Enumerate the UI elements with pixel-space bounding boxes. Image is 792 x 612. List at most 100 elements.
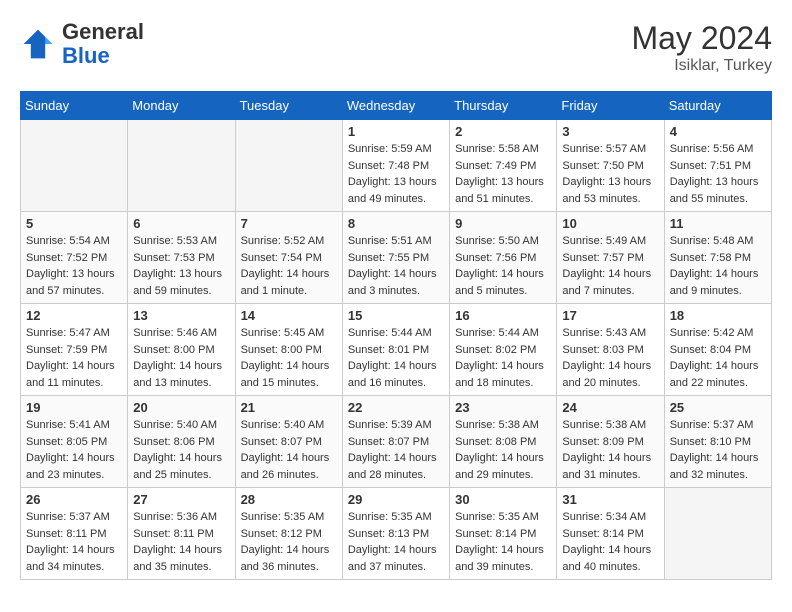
calendar-day-cell: 10Sunrise: 5:49 AMSunset: 7:57 PMDayligh… xyxy=(557,212,664,304)
day-number: 22 xyxy=(348,400,444,415)
day-number: 23 xyxy=(455,400,551,415)
day-number: 25 xyxy=(670,400,766,415)
day-header: Tuesday xyxy=(235,92,342,120)
day-info: Sunrise: 5:44 AMSunset: 8:02 PMDaylight:… xyxy=(455,325,551,391)
day-info: Sunrise: 5:52 AMSunset: 7:54 PMDaylight:… xyxy=(241,233,337,299)
calendar-day-cell: 9 Sunrise: 5:50 AMSunset: 7:56 PMDaylight… xyxy=(450,212,557,304)
calendar-day-cell: 1 Sunrise: 5:59 AMSunset: 7:48 PMDaylight… xyxy=(342,120,449,212)
day-info: Sunrise: 5:35 AMSunset: 8:12 PMDaylight:… xyxy=(241,509,337,575)
day-number: 11 xyxy=(670,216,766,231)
day-header: Monday xyxy=(128,92,235,120)
calendar-day-cell: 23 Sunrise: 5:38 AMSunset: 8:08 PMDayligh… xyxy=(450,396,557,488)
day-info: Sunrise: 5:45 AMSunset: 8:00 PMDaylight:… xyxy=(241,325,337,391)
day-number: 20 xyxy=(133,400,229,415)
calendar-day-cell: 27Sunrise: 5:36 AMSunset: 8:11 PMDayligh… xyxy=(128,488,235,580)
calendar-week-row: 12Sunrise: 5:47 AMSunset: 7:59 PMDayligh… xyxy=(21,304,772,396)
calendar-day-cell xyxy=(21,120,128,212)
day-info: Sunrise: 5:50 AMSunset: 7:56 PMDaylight:… xyxy=(455,233,551,299)
day-number: 16 xyxy=(455,308,551,323)
day-number: 13 xyxy=(133,308,229,323)
calendar-day-cell: 14 Sunrise: 5:45 AMSunset: 8:00 PMDayligh… xyxy=(235,304,342,396)
day-info: Sunrise: 5:44 AMSunset: 8:01 PMDaylight:… xyxy=(348,325,444,391)
day-info: Sunrise: 5:47 AMSunset: 7:59 PMDaylight:… xyxy=(26,325,122,391)
calendar-day-cell xyxy=(235,120,342,212)
day-number: 29 xyxy=(348,492,444,507)
day-number: 3 xyxy=(562,124,658,139)
calendar-day-cell: 18 Sunrise: 5:42 AMSunset: 8:04 PMDayligh… xyxy=(664,304,771,396)
day-info: Sunrise: 5:38 AMSunset: 8:09 PMDaylight:… xyxy=(562,417,658,483)
day-info: Sunrise: 5:53 AMSunset: 7:53 PMDaylight:… xyxy=(133,233,229,299)
day-number: 27 xyxy=(133,492,229,507)
day-info: Sunrise: 5:56 AMSunset: 7:51 PMDaylight:… xyxy=(670,141,766,207)
calendar-table: SundayMondayTuesdayWednesdayThursdayFrid… xyxy=(20,91,772,580)
calendar-week-row: 19 Sunrise: 5:41 AMSunset: 8:05 PMDayligh… xyxy=(21,396,772,488)
calendar-day-cell: 26 Sunrise: 5:37 AMSunset: 8:11 PMDayligh… xyxy=(21,488,128,580)
day-number: 2 xyxy=(455,124,551,139)
calendar-day-cell: 5 Sunrise: 5:54 AMSunset: 7:52 PMDaylight… xyxy=(21,212,128,304)
calendar-day-cell: 4 Sunrise: 5:56 AMSunset: 7:51 PMDaylight… xyxy=(664,120,771,212)
calendar-day-cell: 17Sunrise: 5:43 AMSunset: 8:03 PMDayligh… xyxy=(557,304,664,396)
day-info: Sunrise: 5:35 AMSunset: 8:13 PMDaylight:… xyxy=(348,509,444,575)
day-number: 1 xyxy=(348,124,444,139)
day-info: Sunrise: 5:40 AMSunset: 8:06 PMDaylight:… xyxy=(133,417,229,483)
day-header: Sunday xyxy=(21,92,128,120)
logo-text: General Blue xyxy=(62,20,144,68)
day-number: 26 xyxy=(26,492,122,507)
calendar-day-cell: 8 Sunrise: 5:51 AMSunset: 7:55 PMDaylight… xyxy=(342,212,449,304)
day-number: 19 xyxy=(26,400,122,415)
day-number: 8 xyxy=(348,216,444,231)
day-info: Sunrise: 5:39 AMSunset: 8:07 PMDaylight:… xyxy=(348,417,444,483)
day-info: Sunrise: 5:54 AMSunset: 7:52 PMDaylight:… xyxy=(26,233,122,299)
calendar-day-cell: 21Sunrise: 5:40 AMSunset: 8:07 PMDayligh… xyxy=(235,396,342,488)
day-number: 9 xyxy=(455,216,551,231)
calendar-day-cell: 28Sunrise: 5:35 AMSunset: 8:12 PMDayligh… xyxy=(235,488,342,580)
day-number: 4 xyxy=(670,124,766,139)
calendar-day-cell xyxy=(664,488,771,580)
day-header: Thursday xyxy=(450,92,557,120)
calendar-week-row: 1 Sunrise: 5:59 AMSunset: 7:48 PMDaylight… xyxy=(21,120,772,212)
calendar-header-row: SundayMondayTuesdayWednesdayThursdayFrid… xyxy=(21,92,772,120)
day-info: Sunrise: 5:51 AMSunset: 7:55 PMDaylight:… xyxy=(348,233,444,299)
day-number: 14 xyxy=(241,308,337,323)
calendar-day-cell: 31 Sunrise: 5:34 AMSunset: 8:14 PMDayligh… xyxy=(557,488,664,580)
logo-blue: Blue xyxy=(62,43,110,68)
day-info: Sunrise: 5:58 AMSunset: 7:49 PMDaylight:… xyxy=(455,141,551,207)
day-number: 7 xyxy=(241,216,337,231)
day-number: 15 xyxy=(348,308,444,323)
location: Isiklar, Turkey xyxy=(631,57,772,75)
calendar-day-cell: 19 Sunrise: 5:41 AMSunset: 8:05 PMDayligh… xyxy=(21,396,128,488)
calendar-day-cell: 15 Sunrise: 5:44 AMSunset: 8:01 PMDayligh… xyxy=(342,304,449,396)
day-header: Friday xyxy=(557,92,664,120)
day-info: Sunrise: 5:42 AMSunset: 8:04 PMDaylight:… xyxy=(670,325,766,391)
calendar-day-cell: 11Sunrise: 5:48 AMSunset: 7:58 PMDayligh… xyxy=(664,212,771,304)
day-number: 24 xyxy=(562,400,658,415)
calendar-day-cell: 7 Sunrise: 5:52 AMSunset: 7:54 PMDaylight… xyxy=(235,212,342,304)
day-header: Wednesday xyxy=(342,92,449,120)
day-info: Sunrise: 5:34 AMSunset: 8:14 PMDaylight:… xyxy=(562,509,658,575)
calendar-week-row: 26 Sunrise: 5:37 AMSunset: 8:11 PMDayligh… xyxy=(21,488,772,580)
day-number: 31 xyxy=(562,492,658,507)
day-number: 10 xyxy=(562,216,658,231)
title-block: May 2024 Isiklar, Turkey xyxy=(631,20,772,75)
day-number: 30 xyxy=(455,492,551,507)
day-info: Sunrise: 5:41 AMSunset: 8:05 PMDaylight:… xyxy=(26,417,122,483)
day-header: Saturday xyxy=(664,92,771,120)
day-info: Sunrise: 5:57 AMSunset: 7:50 PMDaylight:… xyxy=(562,141,658,207)
page-header: General Blue May 2024 Isiklar, Turkey xyxy=(20,20,772,75)
day-info: Sunrise: 5:38 AMSunset: 8:08 PMDaylight:… xyxy=(455,417,551,483)
calendar-day-cell: 30 Sunrise: 5:35 AMSunset: 8:14 PMDayligh… xyxy=(450,488,557,580)
day-number: 6 xyxy=(133,216,229,231)
calendar-day-cell: 13 Sunrise: 5:46 AMSunset: 8:00 PMDayligh… xyxy=(128,304,235,396)
day-info: Sunrise: 5:46 AMSunset: 8:00 PMDaylight:… xyxy=(133,325,229,391)
month-year: May 2024 xyxy=(631,20,772,57)
calendar-day-cell: 12Sunrise: 5:47 AMSunset: 7:59 PMDayligh… xyxy=(21,304,128,396)
day-number: 18 xyxy=(670,308,766,323)
day-number: 5 xyxy=(26,216,122,231)
day-info: Sunrise: 5:59 AMSunset: 7:48 PMDaylight:… xyxy=(348,141,444,207)
calendar-day-cell: 16 Sunrise: 5:44 AMSunset: 8:02 PMDayligh… xyxy=(450,304,557,396)
day-info: Sunrise: 5:37 AMSunset: 8:10 PMDaylight:… xyxy=(670,417,766,483)
calendar-week-row: 5 Sunrise: 5:54 AMSunset: 7:52 PMDaylight… xyxy=(21,212,772,304)
day-info: Sunrise: 5:43 AMSunset: 8:03 PMDaylight:… xyxy=(562,325,658,391)
day-info: Sunrise: 5:37 AMSunset: 8:11 PMDaylight:… xyxy=(26,509,122,575)
day-info: Sunrise: 5:35 AMSunset: 8:14 PMDaylight:… xyxy=(455,509,551,575)
